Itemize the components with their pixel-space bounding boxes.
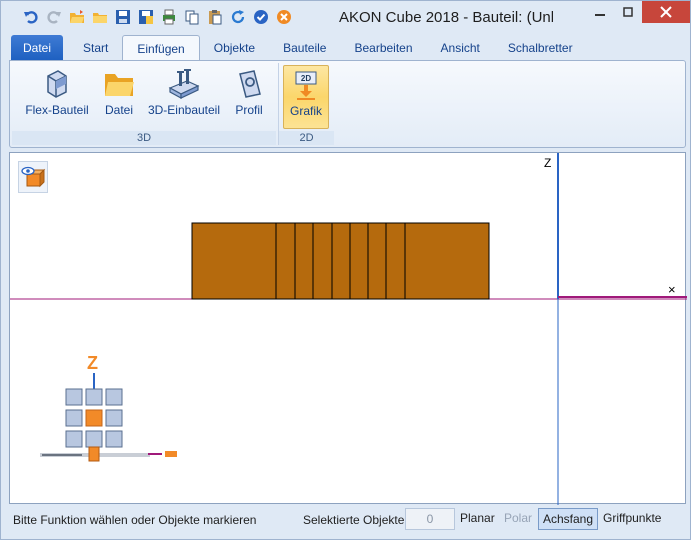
ribbon-group-3d-label: 3D bbox=[12, 131, 276, 145]
status-bar: Bitte Funktion wählen oder Objekte marki… bbox=[1, 506, 690, 534]
redo-icon[interactable] bbox=[44, 7, 64, 27]
cancel-icon[interactable] bbox=[274, 7, 294, 27]
confirm-icon[interactable] bbox=[251, 7, 271, 27]
embedded-part-icon bbox=[146, 65, 222, 103]
tab-ansicht[interactable]: Ansicht bbox=[427, 35, 494, 61]
flex-part-label: Flex-Bauteil bbox=[25, 103, 89, 117]
app-window: AKON Cube 2018 - Bauteil: (Unbenan Datei… bbox=[0, 0, 691, 540]
selected-objects-count: 0 bbox=[405, 508, 455, 530]
graphic-badge: 2D bbox=[301, 74, 311, 83]
selected-objects-label: Selektierte Objekte bbox=[303, 513, 405, 527]
viewport-canvas[interactable]: Z × Z bbox=[10, 153, 687, 505]
tab-objekte[interactable]: Objekte bbox=[200, 35, 269, 61]
folder-icon[interactable] bbox=[90, 7, 110, 27]
file-folder-icon bbox=[98, 65, 140, 103]
title-bar: AKON Cube 2018 - Bauteil: (Unbenan bbox=[1, 1, 690, 33]
graphic-import-label: Grafik bbox=[289, 104, 322, 118]
ribbon-group-3d: Flex-Bauteil Datei 3D-Einbauteil Profil bbox=[12, 63, 276, 145]
z-axis-label: Z bbox=[544, 156, 551, 170]
profile-icon bbox=[228, 65, 270, 103]
tab-datei[interactable]: Datei bbox=[11, 35, 64, 61]
view-cube-button[interactable] bbox=[18, 161, 48, 193]
save-as-icon[interactable] bbox=[136, 7, 156, 27]
refresh-icon[interactable] bbox=[228, 7, 248, 27]
restore-button[interactable] bbox=[614, 1, 642, 23]
toggle-griffpunkte[interactable]: Griffpunkte bbox=[599, 508, 665, 530]
status-message: Bitte Funktion wählen oder Objekte marki… bbox=[13, 513, 257, 527]
x-axis-label: × bbox=[668, 282, 676, 297]
toggle-polar[interactable]: Polar bbox=[500, 508, 536, 530]
window-controls bbox=[586, 1, 690, 23]
ribbon-group-2d: 2D Grafik 2D bbox=[278, 63, 334, 145]
tab-bauteile[interactable]: Bauteile bbox=[269, 35, 340, 61]
toggle-achsfang[interactable]: Achsfang bbox=[538, 508, 599, 530]
file-insert-label: Datei bbox=[104, 103, 133, 117]
paste-icon[interactable] bbox=[205, 7, 225, 27]
graphic-import-icon: 2D bbox=[284, 66, 328, 104]
profile-label: Profil bbox=[235, 103, 263, 117]
embedded-part-label: 3D-Einbauteil bbox=[147, 103, 221, 117]
tab-start[interactable]: Start bbox=[69, 35, 122, 61]
profile-button[interactable]: Profil bbox=[228, 65, 270, 129]
flex-part-button[interactable]: Flex-Bauteil bbox=[22, 65, 92, 129]
flex-part-icon bbox=[22, 65, 92, 103]
beam-element[interactable] bbox=[191, 222, 490, 300]
drawing-viewport[interactable]: Z × Z bbox=[9, 152, 687, 505]
embedded-part-button[interactable]: 3D-Einbauteil bbox=[146, 65, 222, 129]
ribbon-group-2d-label: 2D bbox=[279, 131, 334, 145]
graphic-import-button[interactable]: 2D Grafik bbox=[283, 65, 329, 129]
window-title: AKON Cube 2018 - Bauteil: (Unbenan bbox=[339, 9, 553, 26]
navigation-gizmo[interactable]: Z bbox=[40, 353, 177, 462]
tab-schalbretter[interactable]: Schalbretter bbox=[494, 35, 587, 61]
ribbon-tabs: Datei Start Einfügen Objekte Bauteile Be… bbox=[11, 35, 587, 61]
tab-einfuegen[interactable]: Einfügen bbox=[122, 35, 200, 61]
ribbon-panel: Flex-Bauteil Datei 3D-Einbauteil Profil bbox=[9, 60, 686, 148]
gizmo-z-label: Z bbox=[87, 353, 98, 373]
undo-icon[interactable] bbox=[21, 7, 41, 27]
tab-bearbeiten[interactable]: Bearbeiten bbox=[340, 35, 426, 61]
save-icon[interactable] bbox=[113, 7, 133, 27]
quick-access-toolbar bbox=[21, 7, 294, 27]
copy-icon[interactable] bbox=[182, 7, 202, 27]
minimize-button[interactable] bbox=[586, 1, 614, 23]
file-insert-button[interactable]: Datei bbox=[98, 65, 140, 129]
close-button[interactable] bbox=[642, 1, 690, 23]
toggle-planar[interactable]: Planar bbox=[456, 508, 499, 530]
folder-open-icon[interactable] bbox=[67, 7, 87, 27]
print-icon[interactable] bbox=[159, 7, 179, 27]
